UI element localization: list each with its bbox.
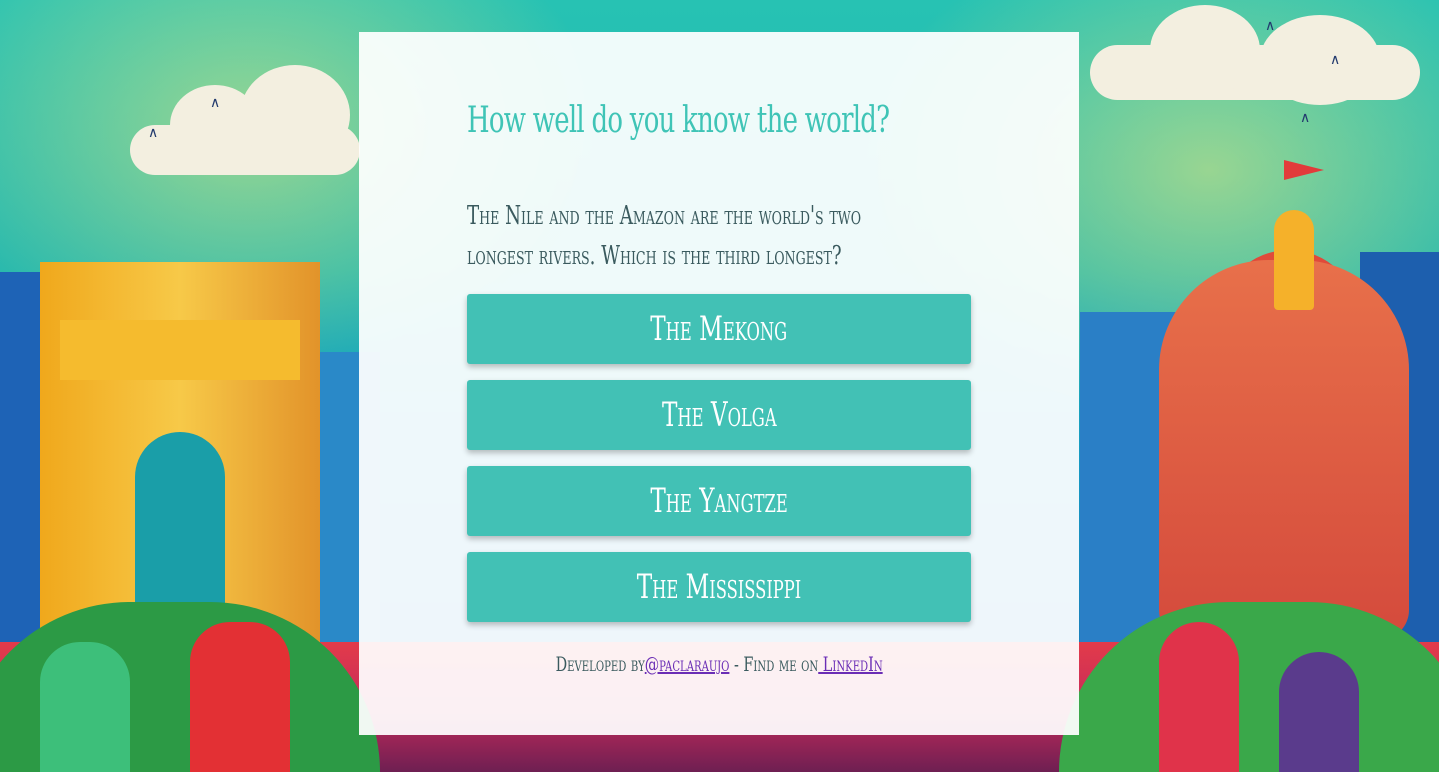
- footer: Developed by@paclaraujo - Find me on Lin…: [467, 652, 971, 676]
- person-illustration: [190, 622, 290, 772]
- bird-icon: ∧: [1265, 18, 1276, 34]
- answer-label: The Yangtze: [650, 481, 788, 521]
- answer-button-volga[interactable]: The Volga: [467, 380, 971, 450]
- footer-find-me: - Find me on: [729, 652, 819, 676]
- author-handle-link[interactable]: @paclaraujo: [645, 652, 730, 676]
- flag-icon: [1284, 160, 1324, 180]
- answer-label: The Mekong: [650, 309, 788, 349]
- bird-icon: ∧: [1330, 52, 1341, 68]
- answer-list: The Mekong The Volga The Yangtze The Mis…: [467, 294, 971, 638]
- question-text: The Nile and the Amazon are the world's …: [467, 201, 862, 271]
- answer-label: The Mississippi: [636, 567, 802, 607]
- hanuman-statue-illustration: [1159, 260, 1409, 640]
- page-title: How well do you know the world?: [467, 100, 890, 141]
- footer-developed-by: Developed by: [555, 652, 645, 676]
- linkedin-link[interactable]: LinkedIn: [818, 652, 883, 676]
- answer-button-mississippi[interactable]: The Mississippi: [467, 552, 971, 622]
- person-illustration: [1159, 622, 1239, 772]
- crown-illustration: [1274, 210, 1314, 310]
- cloud-left: [130, 65, 360, 175]
- bird-icon: ∧: [1300, 110, 1311, 126]
- bird-icon: ∧: [210, 95, 221, 111]
- answer-label: The Volga: [661, 395, 777, 435]
- bird-icon: ∧: [148, 125, 159, 141]
- india-gate-top: [60, 320, 300, 380]
- quiz-card: How well do you know the world? The Nile…: [359, 32, 1079, 735]
- answer-button-yangtze[interactable]: The Yangtze: [467, 466, 971, 536]
- cloud-right: [1090, 5, 1420, 105]
- person-illustration: [1279, 652, 1359, 772]
- person-illustration: [40, 642, 130, 772]
- answer-button-mekong[interactable]: The Mekong: [467, 294, 971, 364]
